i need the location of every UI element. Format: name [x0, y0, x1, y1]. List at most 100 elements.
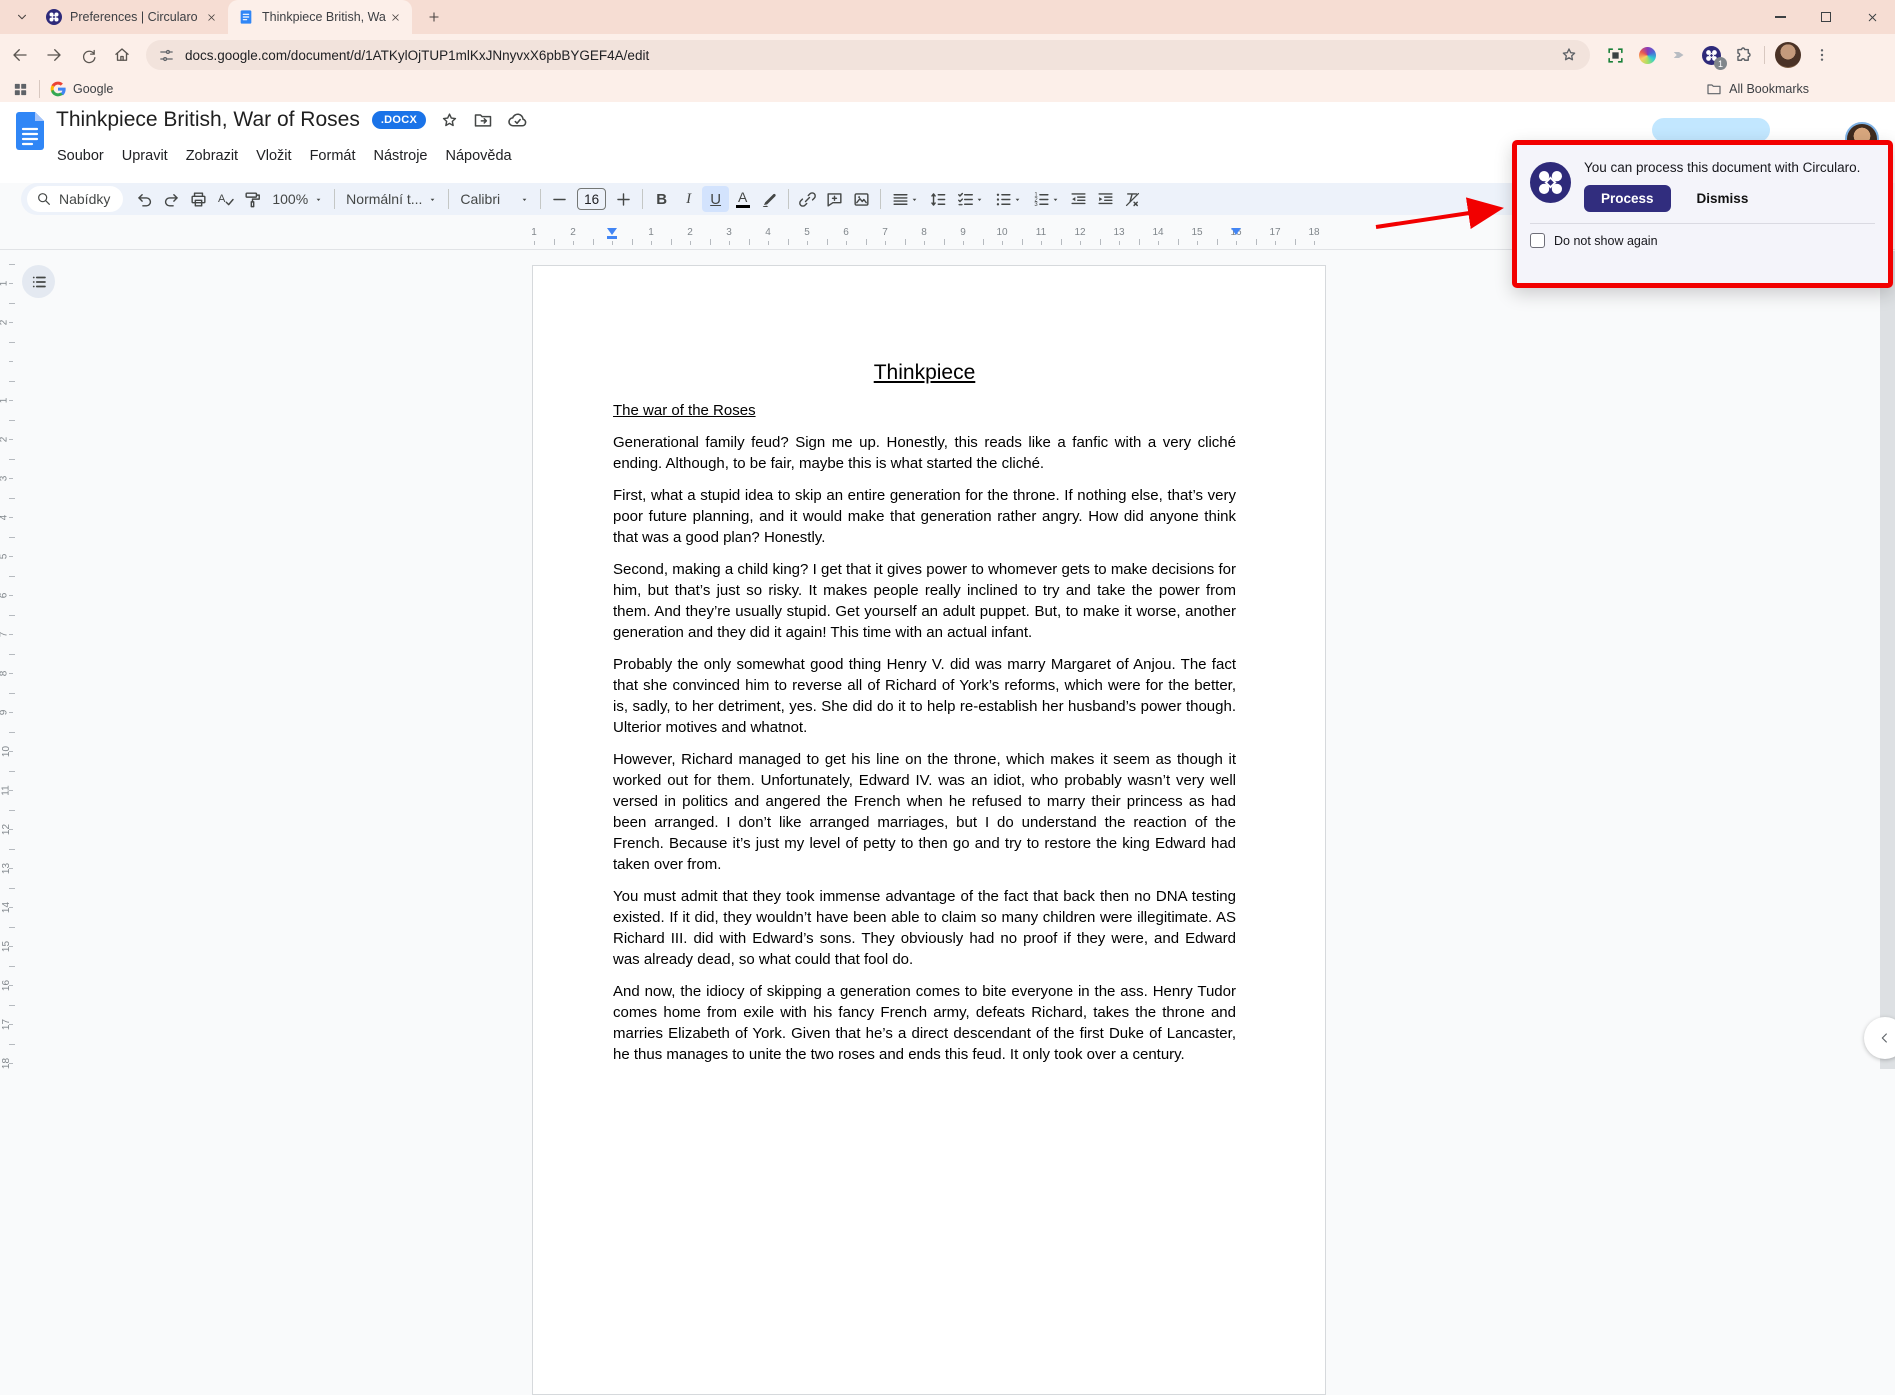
- menu-item-format[interactable]: Formát: [301, 144, 365, 168]
- undo-icon: [135, 190, 154, 209]
- document-subheading[interactable]: The war of the Roses: [613, 402, 1236, 419]
- ruler-number: 5: [804, 227, 810, 238]
- bookmarks-bar: Google All Bookmarks: [0, 76, 1895, 102]
- new-tab-button[interactable]: [420, 3, 448, 31]
- increase-indent-button[interactable]: [1092, 186, 1119, 212]
- document-paragraph[interactable]: First, what a stupid idea to skip an ent…: [613, 485, 1236, 548]
- document-paragraph[interactable]: You must admit that they took immense ad…: [613, 886, 1236, 970]
- decrease-indent-button[interactable]: [1065, 186, 1092, 212]
- tab-preferences-circularo[interactable]: Preferences | Circularo: [36, 0, 228, 34]
- right-indent-marker[interactable]: [1231, 228, 1241, 235]
- redo-button[interactable]: [158, 186, 185, 212]
- numbered-list-button[interactable]: 123: [1027, 186, 1065, 212]
- underline-button[interactable]: U: [702, 186, 729, 212]
- browser-profile-avatar[interactable]: [1775, 42, 1801, 68]
- italic-button[interactable]: I: [675, 186, 702, 212]
- circularo-extension-icon[interactable]: 1: [1700, 44, 1722, 66]
- menu-item-napoveda[interactable]: Nápověda: [436, 144, 520, 168]
- bulleted-list-button[interactable]: [989, 186, 1027, 212]
- clear-formatting-icon: [1123, 190, 1142, 209]
- tab-close-button[interactable]: [202, 8, 220, 26]
- menu-item-zobrazit[interactable]: Zobrazit: [177, 144, 247, 168]
- all-bookmarks-button[interactable]: All Bookmarks: [1706, 81, 1809, 97]
- google-docs-icon[interactable]: [16, 112, 44, 150]
- left-indent-marker[interactable]: [607, 228, 617, 235]
- site-info-icon[interactable]: [158, 47, 175, 64]
- menu-item-soubor[interactable]: Soubor: [48, 144, 113, 168]
- chevron-down-icon: [1013, 195, 1022, 204]
- share-button[interactable]: [1652, 118, 1770, 142]
- divider: [39, 80, 40, 98]
- window-close-button[interactable]: [1849, 0, 1895, 34]
- apps-grid-icon[interactable]: [12, 81, 29, 98]
- bold-button[interactable]: B: [648, 186, 675, 212]
- align-button[interactable]: [886, 186, 924, 212]
- document-paragraph[interactable]: Generational family feud? Sign me up. Ho…: [613, 432, 1236, 474]
- colorful-extension-icon[interactable]: [1636, 44, 1658, 66]
- reload-button[interactable]: [74, 41, 102, 69]
- add-comment-button[interactable]: [821, 186, 848, 212]
- bookmark-star-icon[interactable]: [1560, 46, 1578, 64]
- vertical-ruler[interactable]: 21123456789101112131415161718: [0, 251, 16, 1069]
- show-side-panel-button[interactable]: [1864, 1017, 1895, 1059]
- window-maximize-button[interactable]: [1803, 0, 1849, 34]
- highlighter-icon: [760, 190, 779, 209]
- process-button[interactable]: Process: [1584, 185, 1671, 212]
- menu-item-upravit[interactable]: Upravit: [113, 144, 177, 168]
- left-indent-bar[interactable]: [607, 236, 617, 239]
- decrease-font-size-button[interactable]: [546, 186, 573, 212]
- window-minimize-button[interactable]: [1757, 0, 1803, 34]
- tab-search-button[interactable]: [8, 3, 36, 31]
- tab-thinkpiece-document[interactable]: Thinkpiece British, War of Roses: [228, 0, 412, 34]
- checklist-button[interactable]: [951, 186, 989, 212]
- star-document-button[interactable]: [438, 109, 460, 131]
- print-button[interactable]: [185, 186, 212, 212]
- menu-item-vlozit[interactable]: Vložit: [247, 144, 300, 168]
- bookmark-google[interactable]: Google: [50, 81, 113, 97]
- tab-close-button[interactable]: [386, 8, 404, 26]
- arrow-extension-icon[interactable]: [1668, 44, 1690, 66]
- text-color-button[interactable]: A: [729, 186, 756, 212]
- clear-formatting-button[interactable]: [1119, 186, 1146, 212]
- document-body[interactable]: Generational family feud? Sign me up. Ho…: [613, 432, 1236, 1065]
- menu-item-nastroje[interactable]: Nástroje: [364, 144, 436, 168]
- document-paragraph[interactable]: However, Richard managed to get his line…: [613, 749, 1236, 875]
- document-heading[interactable]: Thinkpiece: [613, 361, 1236, 385]
- dont-show-again-checkbox[interactable]: [1530, 233, 1545, 248]
- document-paragraph[interactable]: Probably the only somewhat good thing He…: [613, 654, 1236, 738]
- circularo-popup: You can process this document with Circu…: [1512, 140, 1893, 288]
- scrollbar[interactable]: [1880, 251, 1895, 1069]
- zoom-select[interactable]: 100%: [266, 186, 329, 212]
- font-size-input[interactable]: 16: [577, 188, 606, 210]
- dismiss-button[interactable]: Dismiss: [1697, 191, 1749, 206]
- plus-icon: [614, 190, 633, 209]
- insert-link-button[interactable]: [794, 186, 821, 212]
- document-title[interactable]: Thinkpiece British, War of Roses: [56, 108, 360, 132]
- screen-capture-extension-icon[interactable]: [1604, 44, 1626, 66]
- url-text[interactable]: docs.google.com/document/d/1ATKylOjTUP1m…: [185, 48, 1560, 63]
- browser-menu-button[interactable]: [1811, 44, 1833, 66]
- divider: [448, 189, 449, 209]
- document-paragraph[interactable]: Second, making a child king? I get that …: [613, 559, 1236, 643]
- document-page[interactable]: Thinkpiece The war of the Roses Generati…: [532, 265, 1326, 1395]
- search-menus-button[interactable]: Nabídky: [27, 186, 123, 212]
- document-status-button[interactable]: [506, 109, 528, 131]
- show-outline-button[interactable]: [22, 265, 55, 298]
- paragraph-style-select[interactable]: Normální t...: [340, 186, 443, 212]
- back-button[interactable]: [6, 41, 34, 69]
- extensions-puzzle-button[interactable]: [1732, 44, 1754, 66]
- forward-button[interactable]: [40, 41, 68, 69]
- address-bar[interactable]: docs.google.com/document/d/1ATKylOjTUP1m…: [146, 40, 1590, 70]
- insert-image-button[interactable]: [848, 186, 875, 212]
- undo-button[interactable]: [131, 186, 158, 212]
- increase-font-size-button[interactable]: [610, 186, 637, 212]
- font-family-select[interactable]: Calibri: [454, 186, 535, 212]
- line-spacing-button[interactable]: [924, 186, 951, 212]
- highlight-color-button[interactable]: [756, 186, 783, 212]
- spell-check-button[interactable]: A: [212, 186, 239, 212]
- home-button[interactable]: [108, 41, 136, 69]
- document-paragraph[interactable]: And now, the idiocy of skipping a genera…: [613, 981, 1236, 1065]
- move-to-folder-button[interactable]: [472, 109, 494, 131]
- divider: [880, 189, 881, 209]
- paint-format-button[interactable]: [239, 186, 266, 212]
